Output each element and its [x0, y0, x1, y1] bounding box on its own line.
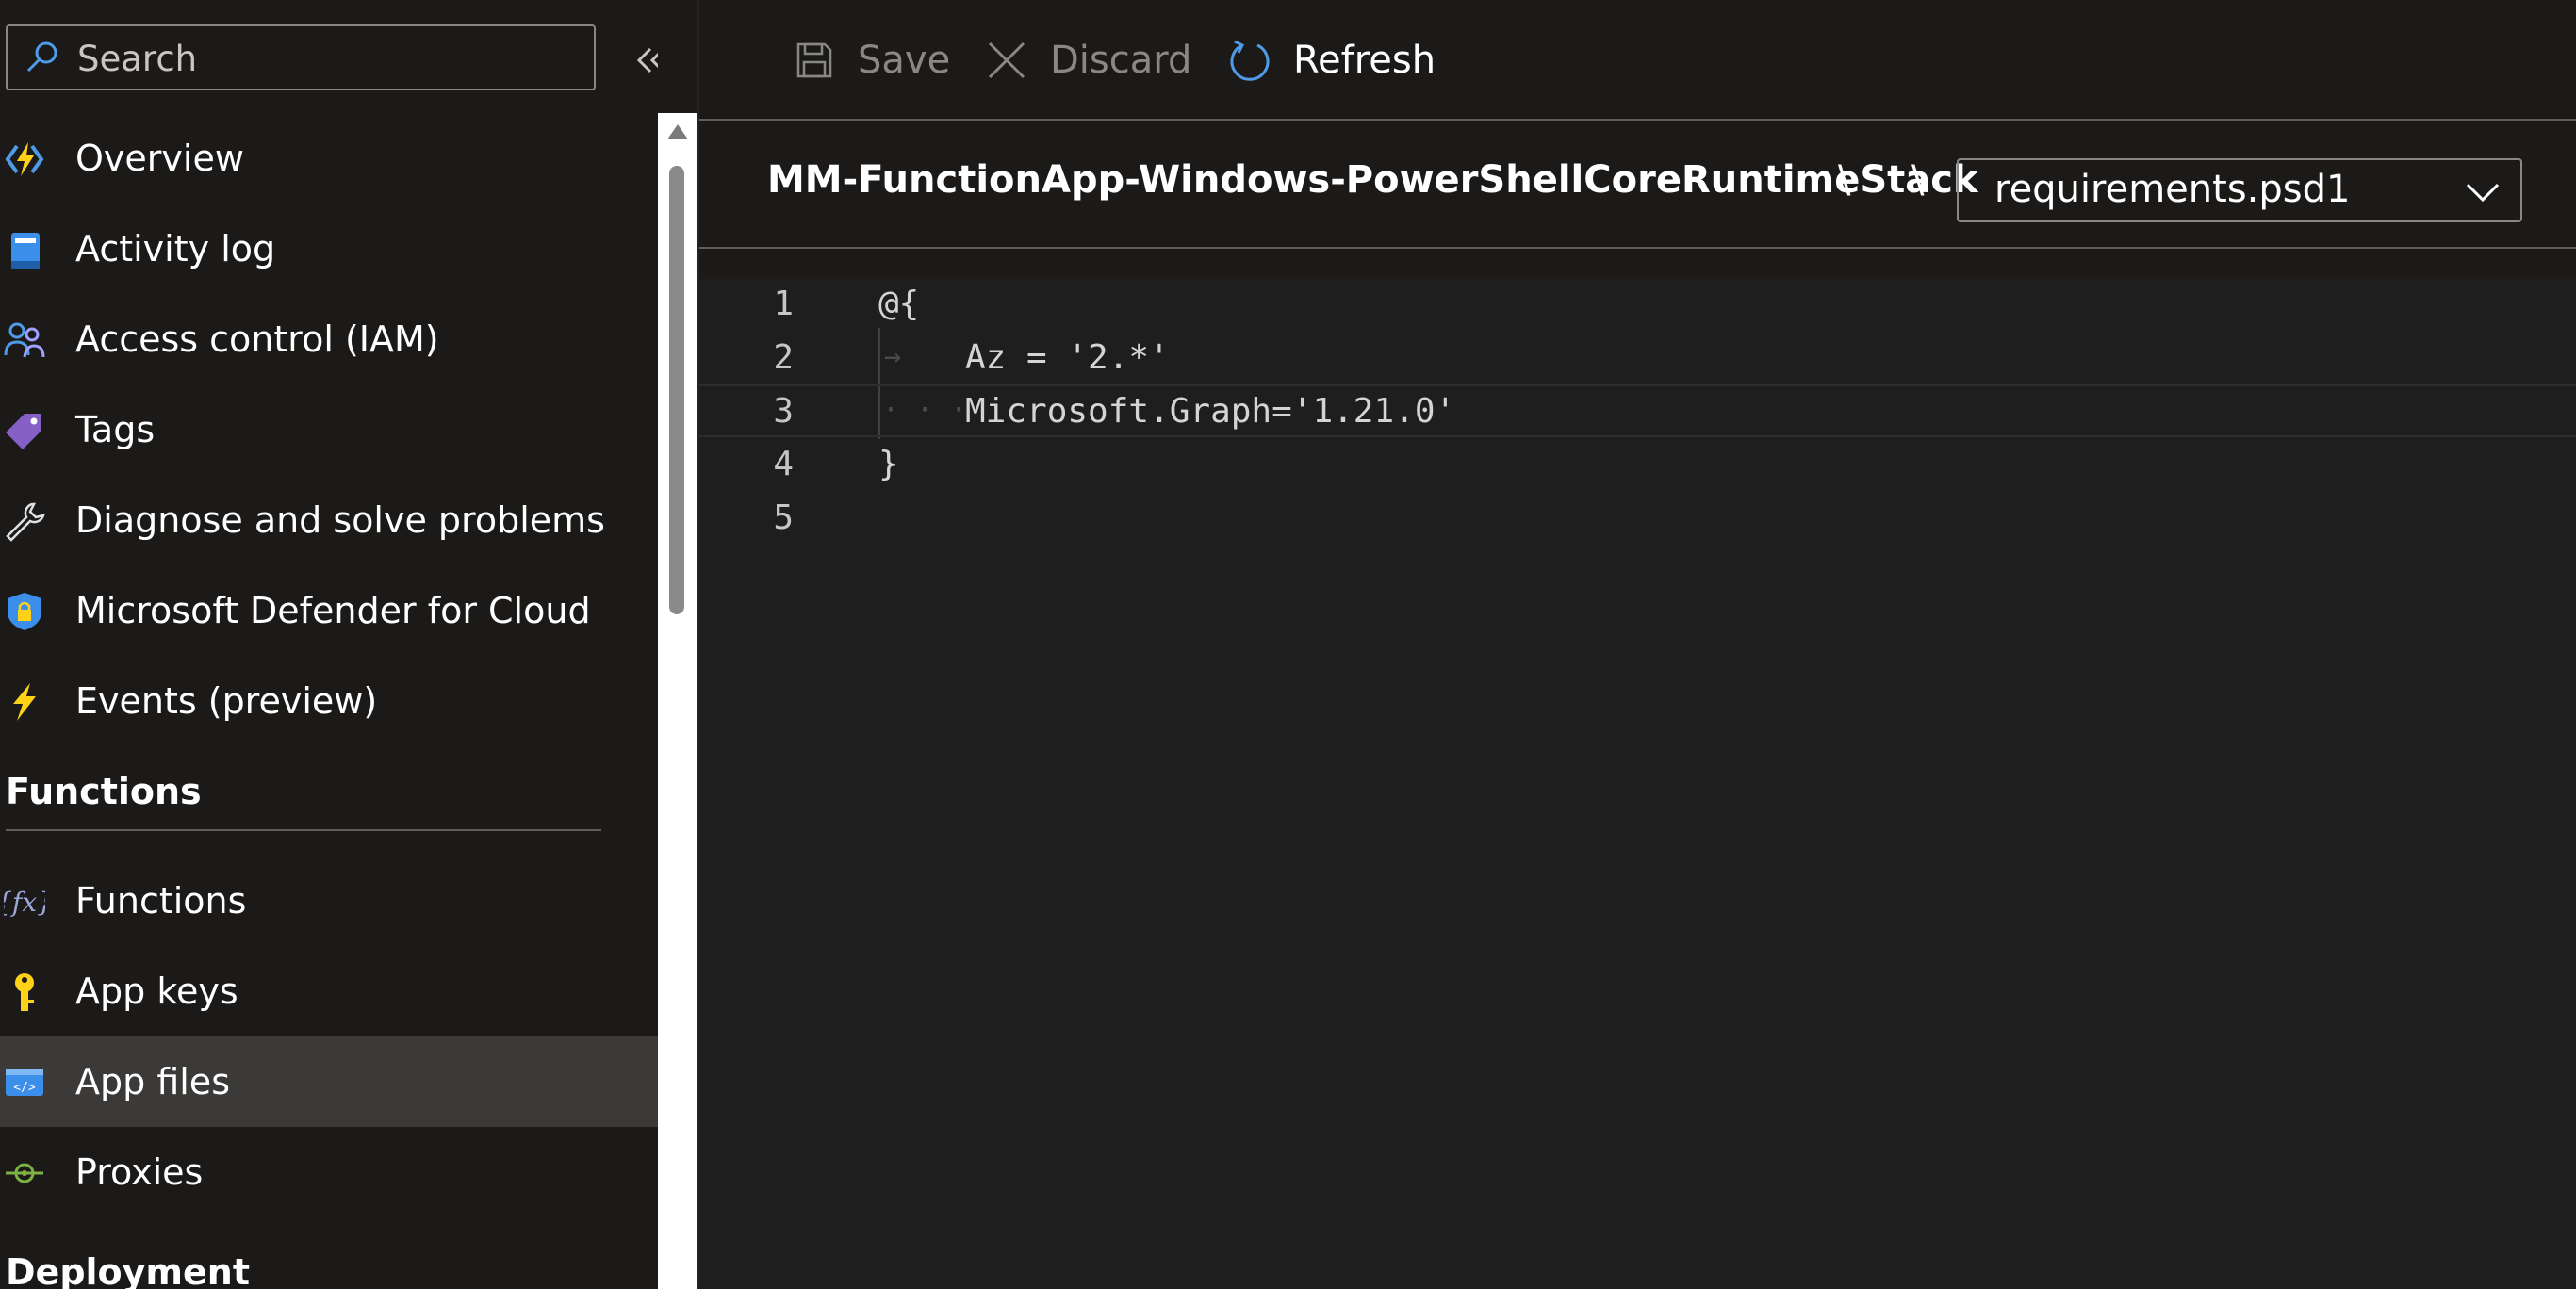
app-files-pane: Save Discard Refresh MM-FunctionApp-Wind…	[699, 0, 2576, 1289]
code-line: 4 }	[699, 439, 2576, 492]
nav-item-label: Access control (IAM)	[75, 318, 439, 360]
search-input[interactable]	[75, 34, 588, 83]
nav-item-diagnose[interactable]: Diagnose and solve problems	[0, 475, 658, 565]
tab-whitespace-marker: →	[884, 340, 902, 373]
nav-item-label: Microsoft Defender for Cloud	[75, 590, 591, 631]
save-icon	[792, 38, 837, 83]
close-icon	[984, 38, 1029, 83]
nav-section-functions: Functions	[0, 746, 658, 856]
save-button[interactable]: Save	[792, 32, 950, 89]
code-text: Az = '2.*'	[965, 338, 1170, 377]
discard-button[interactable]: Discard	[984, 32, 1191, 89]
nav-item-label: App keys	[75, 971, 238, 1012]
nav-item-label: Activity log	[75, 228, 276, 269]
file-dropdown-value: requirements.psd1	[1994, 168, 2351, 211]
menu-scrollbar[interactable]	[658, 113, 697, 1289]
resource-menu: Overview Activity log	[0, 0, 658, 1289]
chevron-down-icon	[2466, 183, 2500, 203]
file-path-bar: MM-FunctionApp-Windows-PowerShellCoreRun…	[699, 121, 2576, 249]
line-number: 5	[773, 498, 794, 537]
search-box[interactable]	[6, 24, 596, 90]
refresh-label: Refresh	[1293, 39, 1436, 82]
code-editor[interactable]: 1 @{ 2 → Az = '2.*' 3 · · · Microsoft.Gr…	[699, 279, 2576, 1289]
fx-icon: {fx}	[4, 881, 45, 922]
nav-item-functions[interactable]: {fx} Functions	[0, 856, 658, 946]
wrench-icon	[4, 500, 45, 542]
activity-log-icon	[4, 229, 45, 270]
nav-item-label: App files	[75, 1061, 230, 1102]
code-line: 2 → Az = '2.*'	[699, 333, 2576, 385]
nav-item-tags[interactable]: Tags	[0, 384, 658, 475]
scroll-thumb[interactable]	[669, 166, 684, 614]
nav-item-label: Diagnose and solve problems	[75, 499, 605, 541]
people-icon	[4, 319, 45, 361]
nav-item-proxies[interactable]: Proxies	[0, 1127, 658, 1217]
nav-item-label: Events (preview)	[75, 680, 378, 722]
function-app-icon	[4, 139, 45, 180]
code-line: 1 @{	[699, 279, 2576, 332]
file-dropdown[interactable]: requirements.psd1	[1957, 158, 2522, 222]
save-label: Save	[858, 39, 951, 82]
tag-icon	[4, 410, 45, 451]
refresh-button[interactable]: Refresh	[1227, 32, 1436, 89]
nav-item-access-control[interactable]: Access control (IAM)	[0, 294, 658, 384]
discard-label: Discard	[1050, 39, 1192, 82]
nav-section-deployment: Deployment	[0, 1217, 658, 1289]
nav-item-defender[interactable]: Microsoft Defender for Cloud	[0, 565, 658, 656]
search-icon	[26, 41, 57, 73]
svg-text:{fx}: {fx}	[4, 887, 45, 918]
section-divider	[6, 829, 601, 831]
nav-item-label: Overview	[75, 138, 244, 179]
command-bar: Save Discard Refresh	[699, 0, 2576, 121]
nav-item-label: Tags	[75, 409, 156, 450]
key-icon	[4, 971, 45, 1013]
nav-item-events[interactable]: Events (preview)	[0, 656, 658, 746]
menu-list: Overview Activity log Access control (IA…	[0, 113, 658, 1289]
space-whitespace-marker: · · ·	[882, 394, 968, 427]
nav-item-activity-log[interactable]: Activity log	[0, 204, 658, 294]
collapse-menu-icon[interactable]	[632, 41, 658, 79]
scroll-up-arrow-icon[interactable]	[667, 124, 688, 139]
section-heading: Deployment	[6, 1251, 251, 1289]
nav-item-label: Functions	[75, 880, 247, 922]
section-heading: Functions	[6, 771, 202, 812]
nav-item-app-files[interactable]: </> App files	[0, 1036, 658, 1127]
code-line: 5	[699, 493, 2576, 546]
path-separator: \	[1838, 158, 1851, 202]
line-number: 1	[773, 285, 794, 323]
function-app-name: MM-FunctionApp-Windows-PowerShellCoreRun…	[767, 158, 1978, 202]
svg-text:</>: </>	[13, 1081, 36, 1095]
nav-item-overview[interactable]: Overview	[0, 113, 658, 204]
lightning-icon	[4, 681, 45, 723]
shield-lock-icon	[4, 591, 45, 632]
refresh-icon	[1227, 38, 1272, 83]
nav-item-label: Proxies	[75, 1151, 204, 1193]
code-text: @{	[878, 285, 920, 323]
line-number: 4	[773, 445, 794, 483]
code-text: Microsoft.Graph='1.21.0'	[965, 392, 1456, 431]
code-line-current: 3 · · · Microsoft.Graph='1.21.0'	[699, 384, 2576, 437]
line-number: 2	[773, 338, 794, 377]
code-text: }	[878, 445, 899, 483]
line-number: 3	[773, 392, 794, 431]
nav-item-app-keys[interactable]: App keys	[0, 946, 658, 1036]
code-file-icon: </>	[4, 1062, 45, 1103]
path-separator: \	[1911, 158, 1925, 202]
proxy-icon	[4, 1152, 45, 1194]
